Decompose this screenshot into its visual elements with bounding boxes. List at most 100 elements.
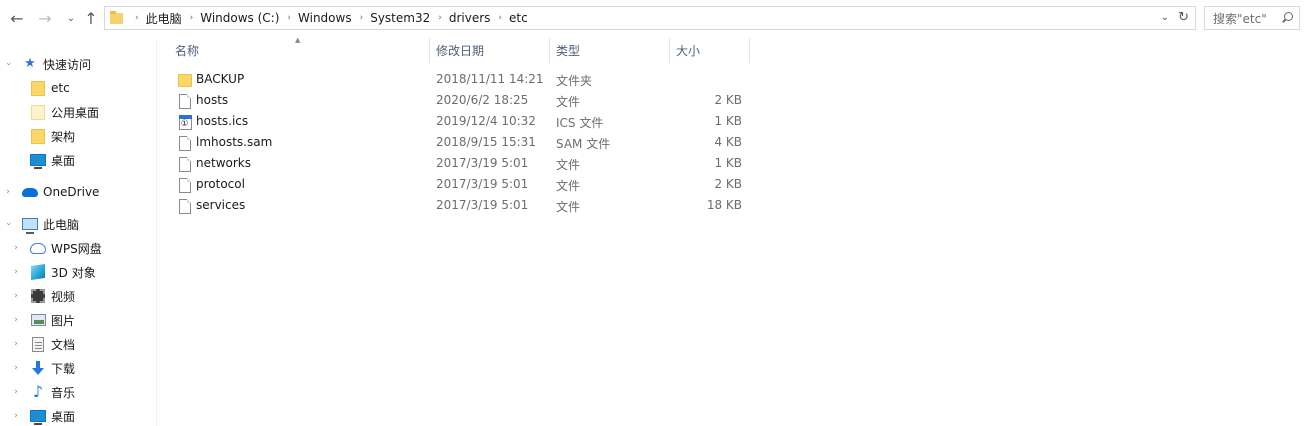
breadcrumb-separator-icon[interactable]: › <box>430 13 449 23</box>
nav-label: 架构 <box>51 129 76 144</box>
expand-chevron-icon[interactable]: › <box>11 315 21 325</box>
column-header-label: 类型 <box>556 44 581 58</box>
nav-onedrive[interactable]: › OneDrive <box>0 181 156 203</box>
breadcrumb-system32[interactable]: System32 <box>370 11 430 25</box>
nav-pc-item-downloads[interactable]: › 下载 <box>0 357 156 379</box>
nav-quick-item-architecture[interactable]: 架构 <box>0 125 156 147</box>
star-icon: ★ <box>24 56 36 71</box>
chevron-down-icon: ⌄ <box>66 12 76 24</box>
collapse-chevron-icon[interactable]: › <box>3 219 13 229</box>
column-header-label: 大小 <box>676 44 701 58</box>
file-type: 文件 <box>556 200 581 214</box>
up-button[interactable]: ↑ <box>82 9 100 28</box>
file-row-lmhosts-sam[interactable]: lmhosts.sam 2018/9/15 15:31 SAM 文件 4 KB <box>170 132 750 153</box>
search-icon <box>1281 12 1293 24</box>
nav-pc-item-videos[interactable]: › 视频 <box>0 285 156 307</box>
back-button[interactable]: ← <box>8 8 26 28</box>
column-header-name[interactable]: 名称 <box>169 38 430 63</box>
forward-button[interactable]: → <box>36 8 54 28</box>
download-icon <box>30 360 46 376</box>
nav-label: 视频 <box>51 289 76 304</box>
collapse-chevron-icon[interactable]: › <box>3 59 13 69</box>
nav-pc-item-wps-cloud[interactable]: › WPS网盘 <box>0 237 156 259</box>
breadcrumb-drivers[interactable]: drivers <box>449 11 491 25</box>
nav-pc-item-documents[interactable]: › 文档 <box>0 333 156 355</box>
cloud-icon <box>22 184 38 200</box>
file-row-hosts[interactable]: hosts 2020/6/2 18:25 文件 2 KB <box>170 90 750 111</box>
folder-icon <box>30 80 46 96</box>
nav-label: 图片 <box>51 313 76 328</box>
nav-label: 音乐 <box>51 385 76 400</box>
nav-label: 下载 <box>51 361 76 376</box>
breadcrumb-etc[interactable]: etc <box>509 11 528 25</box>
breadcrumb-separator-icon[interactable]: › <box>182 13 201 23</box>
video-icon <box>30 288 46 304</box>
column-header-type[interactable]: 类型 <box>550 38 670 63</box>
file-row-services[interactable]: services 2017/3/19 5:01 文件 18 KB <box>170 195 750 216</box>
folder-icon <box>110 10 123 24</box>
forward-arrow-icon: → <box>38 8 52 28</box>
file-size: 18 KB <box>706 198 742 212</box>
expand-chevron-icon[interactable]: › <box>11 363 21 373</box>
file-row-protocol[interactable]: protocol 2017/3/19 5:01 文件 2 KB <box>170 174 750 195</box>
column-header-date-modified[interactable]: 修改日期 <box>430 38 550 63</box>
breadcrumb-windows-c[interactable]: Windows (C:) <box>200 11 279 25</box>
address-row: ← → ⌄ ↑ › 此电脑 › Windows (C:) › Windows ›… <box>0 0 1311 36</box>
address-bar[interactable]: › 此电脑 › Windows (C:) › Windows › System3… <box>104 6 1196 30</box>
expand-chevron-icon[interactable]: › <box>11 411 21 421</box>
search-placeholder: 搜索"etc" <box>1213 11 1267 26</box>
expand-chevron-icon[interactable]: › <box>11 267 21 277</box>
nav-pc-item-3d-objects[interactable]: › 3D 对象 <box>0 261 156 283</box>
expand-chevron-icon[interactable]: › <box>11 387 21 397</box>
expand-chevron-icon[interactable]: › <box>11 243 21 253</box>
file-size: 1 KB <box>714 114 742 128</box>
file-name: networks <box>196 156 251 170</box>
breadcrumb-this-pc[interactable]: 此电脑 <box>146 10 182 27</box>
desktop-icon <box>30 408 46 425</box>
nav-label: 公用桌面 <box>51 105 100 120</box>
folder-icon <box>177 72 193 88</box>
search-input[interactable]: 搜索"etc" <box>1204 6 1300 30</box>
nav-this-pc[interactable]: › 此电脑 <box>0 213 156 235</box>
file-date-modified: 2018/9/15 15:31 <box>436 135 536 149</box>
folder-icon <box>30 104 46 120</box>
nav-pc-item-pictures[interactable]: › 图片 <box>0 309 156 331</box>
breadcrumb: › 此电脑 › Windows (C:) › Windows › System3… <box>127 7 528 29</box>
column-header-label: 名称 <box>175 44 200 58</box>
ics-file-icon <box>177 114 193 130</box>
expand-chevron-icon[interactable]: › <box>11 291 21 301</box>
file-row-backup[interactable]: BACKUP 2018/11/11 14:21 文件夹 <box>170 69 750 90</box>
nav-label: etc <box>51 81 70 95</box>
address-dropdown-chevron-icon[interactable]: ⌄ <box>1161 12 1169 23</box>
file-type: 文件夹 <box>556 74 593 88</box>
nav-quick-item-etc[interactable]: etc <box>0 77 156 99</box>
breadcrumb-separator-icon[interactable]: › <box>352 13 371 23</box>
column-header-size[interactable]: 大小 <box>670 38 750 63</box>
nav-label: 此电脑 <box>43 217 80 232</box>
expand-chevron-icon[interactable]: › <box>11 339 21 349</box>
file-date-modified: 2017/3/19 5:01 <box>436 198 529 212</box>
breadcrumb-separator-icon[interactable]: › <box>279 13 298 23</box>
file-name: lmhosts.sam <box>196 135 273 149</box>
column-header-label: 修改日期 <box>436 44 485 58</box>
file-type: SAM 文件 <box>556 137 611 151</box>
nav-pc-item-desktop[interactable]: › 桌面 <box>0 405 156 426</box>
back-arrow-icon: ← <box>10 8 24 28</box>
file-row-hosts-ics[interactable]: hosts.ics 2019/12/4 10:32 ICS 文件 1 KB <box>170 111 750 132</box>
nav-quick-access[interactable]: › ★ 快速访问 <box>0 53 156 75</box>
file-icon <box>177 135 193 151</box>
nav-quick-item-desktop[interactable]: 桌面 <box>0 149 156 171</box>
breadcrumb-windows[interactable]: Windows <box>298 11 352 25</box>
breadcrumb-separator-icon[interactable]: › <box>127 13 146 23</box>
desktop-icon <box>30 152 46 169</box>
recent-locations-button[interactable]: ⌄ <box>62 9 80 27</box>
file-icon <box>177 156 193 172</box>
expand-chevron-icon[interactable]: › <box>3 187 13 197</box>
file-row-networks[interactable]: networks 2017/3/19 5:01 文件 1 KB <box>170 153 750 174</box>
nav-label: 快速访问 <box>43 57 92 72</box>
nav-pc-item-music[interactable]: › ♪ 音乐 <box>0 381 156 403</box>
nav-quick-item-public-desktop[interactable]: 公用桌面 <box>0 101 156 123</box>
refresh-icon[interactable]: ↻ <box>1178 10 1189 25</box>
breadcrumb-separator-icon[interactable]: › <box>490 13 509 23</box>
file-type: 文件 <box>556 95 581 109</box>
